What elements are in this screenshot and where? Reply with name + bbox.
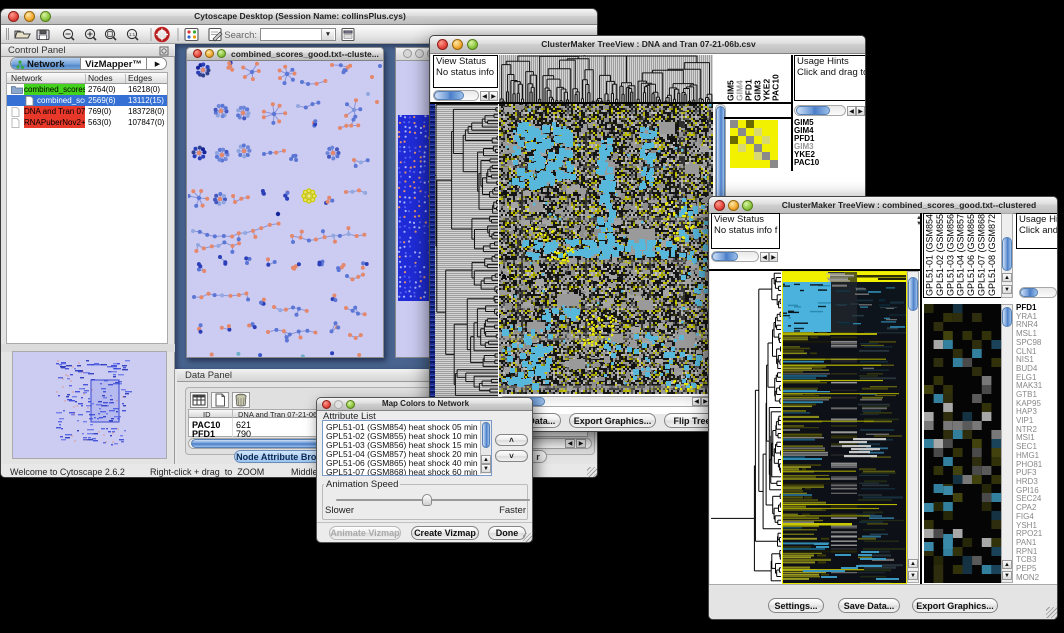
svg-text:GPL51-04 (GSM857): GPL51-04 (GSM857) — [956, 214, 966, 296]
svg-text:1:1: 1:1 — [129, 32, 136, 37]
svg-text:GPL51-06 (GSM865): GPL51-06 (GSM865) — [966, 214, 976, 296]
svg-text:PAC10: PAC10 — [771, 74, 781, 101]
svg-text:GPL51-03 (GSM856): GPL51-03 (GSM856) — [945, 214, 955, 296]
svg-text:GPL51-02 (GSM855): GPL51-02 (GSM855) — [935, 214, 945, 296]
svg-text:GPL51-07 (GSM868): GPL51-07 (GSM868) — [977, 214, 987, 296]
svg-text:GPL51-08 (GSM872): GPL51-08 (GSM872) — [987, 214, 996, 296]
svg-text:GPL51-01 (GSM854): GPL51-01 (GSM854) — [925, 214, 935, 296]
